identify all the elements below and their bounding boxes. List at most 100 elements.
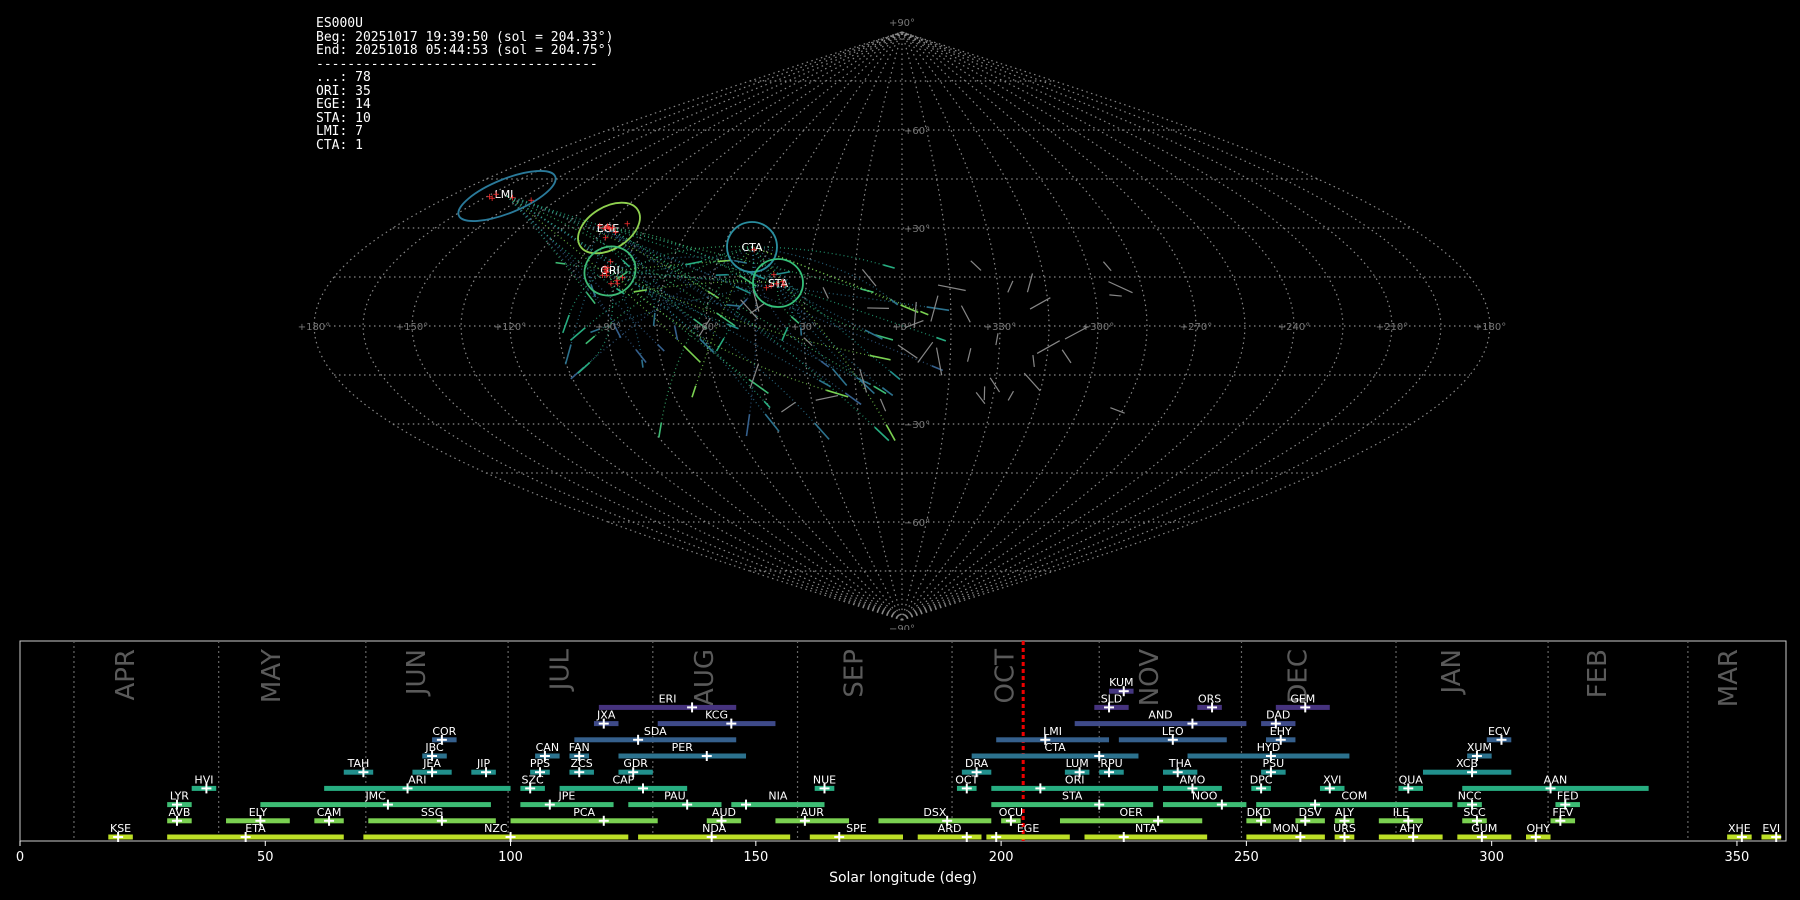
x-tick-label: 300: [1479, 850, 1504, 865]
radiant-point: +: [527, 196, 535, 206]
shower-bar: [657, 721, 776, 727]
shower-code-label: NTA: [1135, 822, 1157, 835]
latitude-label: −60°: [904, 518, 930, 529]
shower-bar: [324, 785, 511, 791]
shower-code-label: DSX: [923, 806, 946, 819]
month-label: MAY: [257, 649, 287, 703]
sporadic-meteor: [1102, 261, 1112, 272]
meteor-segment: [717, 259, 731, 263]
radiant-point: +: [607, 280, 615, 290]
sporadic-meteor: [822, 287, 829, 299]
month-label: NOV: [1135, 649, 1165, 706]
shower-code-label: GDR: [623, 757, 648, 770]
sporadic-meteor: [1023, 372, 1041, 392]
shower-radiants: LMIEGEORICTASTA+ ++ +++++++ +++++++++++ ++++…: [457, 170, 804, 308]
sporadic-meteor: [937, 284, 966, 292]
meteor-segment: [715, 273, 728, 276]
sporadic-meteor: [897, 344, 918, 359]
shower-code-label: CTA: [1045, 741, 1067, 754]
shower-bar: [809, 834, 903, 840]
shower-bar: [363, 834, 629, 840]
sky-map: LMIEGEORICTASTA+ ++ +++++++ +++++++++++ ++++…: [298, 18, 1506, 630]
meridian-line: [362, 31, 903, 621]
radiant-point: +: [609, 223, 617, 233]
longitude-label: +120°: [494, 322, 526, 333]
shower-code-label: KSE: [110, 822, 131, 835]
longitude-label: +240°: [1278, 322, 1310, 333]
meteor-segment: [864, 329, 883, 340]
meteor-trail: [777, 282, 883, 389]
meteor-trail: [751, 246, 891, 372]
shower-bar: [1059, 818, 1203, 824]
sporadic-meteor: [1007, 280, 1014, 293]
meteor-segment: [577, 361, 591, 374]
shower-code-label: SDA: [644, 725, 667, 738]
shower-code-label: JXA: [596, 709, 616, 722]
shower-bar: [520, 802, 614, 808]
sporadic-meteor: [1108, 281, 1133, 294]
meteor-segment: [562, 314, 570, 334]
meteor-segment: [763, 400, 771, 409]
meteor-trail: [599, 282, 779, 330]
month-label: JUN: [402, 649, 432, 697]
shower-code-label: ARI: [408, 773, 426, 786]
shower-code-label: AVB: [168, 806, 190, 819]
meteor-trail: [695, 246, 753, 386]
shower-code-label: PER: [672, 741, 694, 754]
shower-code-label: JBC: [424, 741, 444, 754]
meridian-line: [803, 31, 903, 621]
radiant-point: +: [779, 278, 787, 288]
sporadic-meteor: [1007, 390, 1014, 401]
shower-bar: [167, 834, 344, 840]
radiant-point: +: [770, 271, 778, 281]
shower-code-label: NDA: [702, 822, 727, 835]
shower-code-label: THA: [1168, 757, 1192, 770]
radiant-point: +: [750, 246, 758, 256]
shower-code-label: EHY: [1270, 725, 1292, 738]
x-tick-label: 200: [989, 850, 1014, 865]
meteor-segment: [820, 360, 830, 368]
sporadic-meteor: [989, 377, 1001, 393]
sporadic-meteor: [935, 347, 943, 376]
longitude-label: +90°: [595, 322, 621, 333]
shower-code-label: HVI: [194, 773, 213, 786]
radiant-point: +: [624, 219, 632, 229]
shower-code-label: AUD: [712, 806, 736, 819]
meteor-segment: [707, 290, 720, 299]
x-axis: 0 50 100 150 200 250 300 350: [16, 841, 1749, 865]
meteor-segment: [764, 413, 780, 433]
meteor-segment: [926, 306, 950, 312]
shower-code-label: DKD: [1247, 806, 1271, 819]
shower-code-label: QUA: [1399, 773, 1424, 786]
shower-code-label: PCA: [573, 806, 595, 819]
meteor-segment: [715, 337, 725, 352]
shower-code-label: ZCS: [571, 757, 593, 770]
meteor-segment: [936, 336, 947, 342]
sporadic-meteor: [1026, 273, 1034, 293]
shower-code-label: ELY: [249, 806, 268, 819]
month-label: APR: [111, 649, 141, 701]
shower-code-label: XUM: [1467, 741, 1492, 754]
meteor-segment: [564, 344, 572, 365]
shower-code-label: LYR: [170, 790, 189, 803]
shower-code-label: LEO: [1162, 725, 1184, 738]
shower-code-label: RPU: [1100, 757, 1122, 770]
month-label: FEB: [1583, 649, 1613, 698]
shower-bar: [628, 802, 722, 808]
meteor-segment: [726, 304, 740, 307]
latitude-label: +30°: [904, 224, 930, 235]
shower-code-label: JMC: [364, 790, 386, 803]
shower-code-label: ALY: [1335, 806, 1354, 819]
shower-code-label: STA: [1062, 790, 1083, 803]
radiant-point: +: [763, 284, 771, 294]
meteor-segment: [745, 413, 751, 437]
meteor-segment: [652, 312, 656, 327]
meteor-segment: [555, 261, 566, 265]
meteor-segment: [860, 288, 874, 294]
x-tick-label: 100: [498, 850, 523, 865]
meteor-segment: [874, 426, 890, 442]
meteor-segment: [691, 385, 697, 398]
x-tick-label: 150: [743, 850, 768, 865]
shower-bar: [1162, 802, 1247, 808]
shower-code-label: ETA: [245, 822, 266, 835]
